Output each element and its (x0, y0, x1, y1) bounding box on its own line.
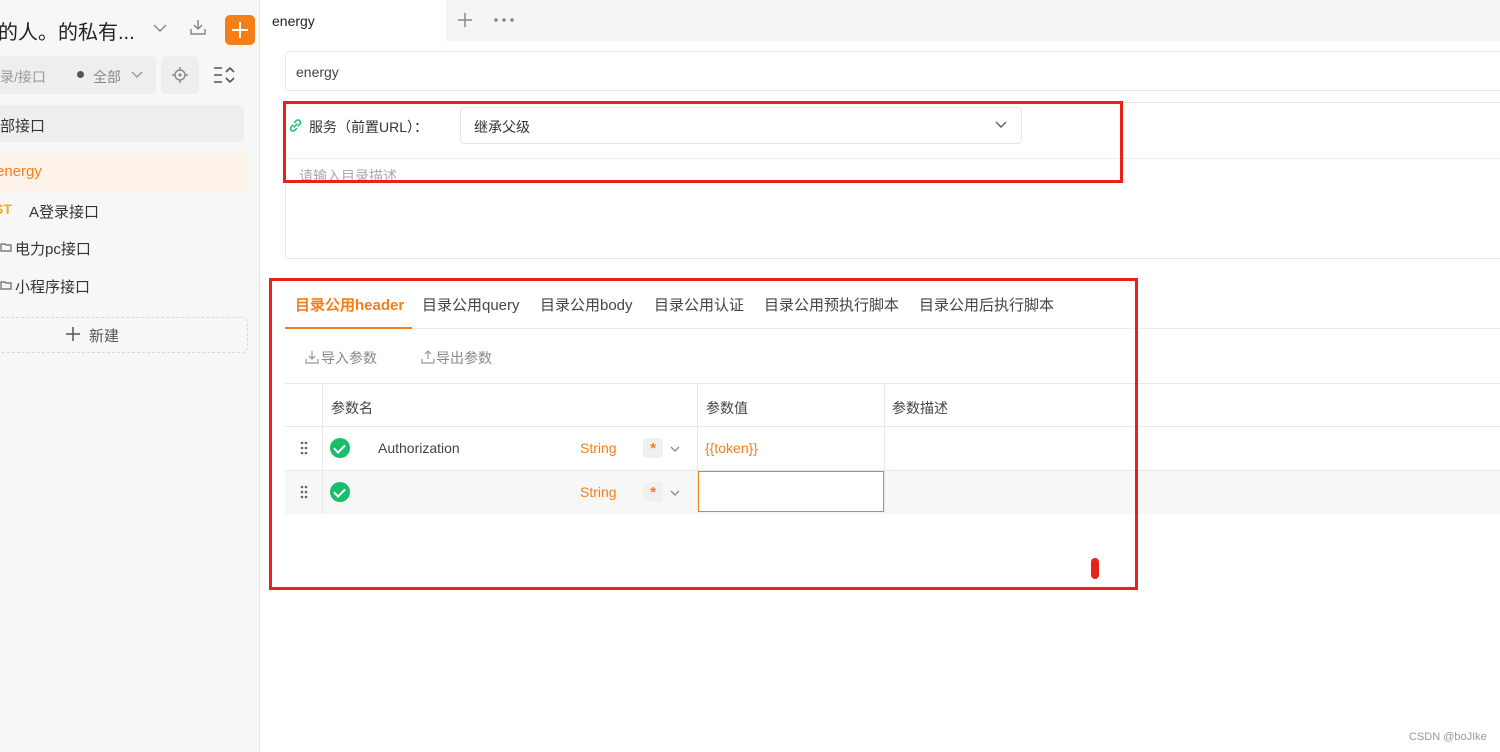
tab-bar (261, 0, 1500, 41)
filter-select[interactable]: 全部 (93, 67, 121, 87)
sidebar-item-miniapp[interactable]: 小程序接口 (15, 276, 90, 297)
plus-icon (66, 327, 80, 341)
import-icon[interactable] (188, 17, 208, 37)
all-api-label: 部接口 (0, 118, 46, 135)
watermark: CSDN @boJIke (1409, 731, 1487, 743)
sidebar: 的人。的私有... 录/接口 全部 部接口 energy ST A登录接口 电力… (0, 0, 260, 752)
plus-icon[interactable] (457, 12, 473, 28)
project-title[interactable]: 的人。的私有... (0, 16, 135, 45)
folder-icon (0, 281, 12, 290)
annotation-mark (1091, 558, 1099, 579)
folder-name-value: energy (296, 64, 339, 80)
folder-icon (0, 243, 12, 252)
more-icon[interactable] (494, 18, 514, 22)
method-badge: ST (0, 201, 12, 217)
new-button-label: 新建 (89, 328, 120, 345)
folder-name-input[interactable] (285, 51, 1500, 91)
annotation-box (283, 101, 1123, 183)
sidebar-item-login[interactable]: A登录接口 (29, 201, 99, 222)
search-placeholder: 录/接口 (0, 69, 46, 85)
sidebar-item-pc[interactable]: 电力pc接口 (15, 238, 91, 259)
tab-energy-label: energy (272, 13, 315, 29)
filter-dot-icon (77, 71, 84, 78)
locate-icon (172, 67, 188, 83)
chevron-down-icon[interactable] (152, 20, 168, 36)
collapse-all-icon[interactable] (212, 64, 236, 86)
add-button[interactable] (225, 15, 255, 45)
annotation-box (269, 278, 1138, 590)
locate-button[interactable] (161, 56, 199, 94)
chevron-down-icon[interactable] (130, 69, 144, 81)
sidebar-item-energy-label: energy (0, 163, 42, 180)
new-button[interactable] (0, 317, 248, 353)
